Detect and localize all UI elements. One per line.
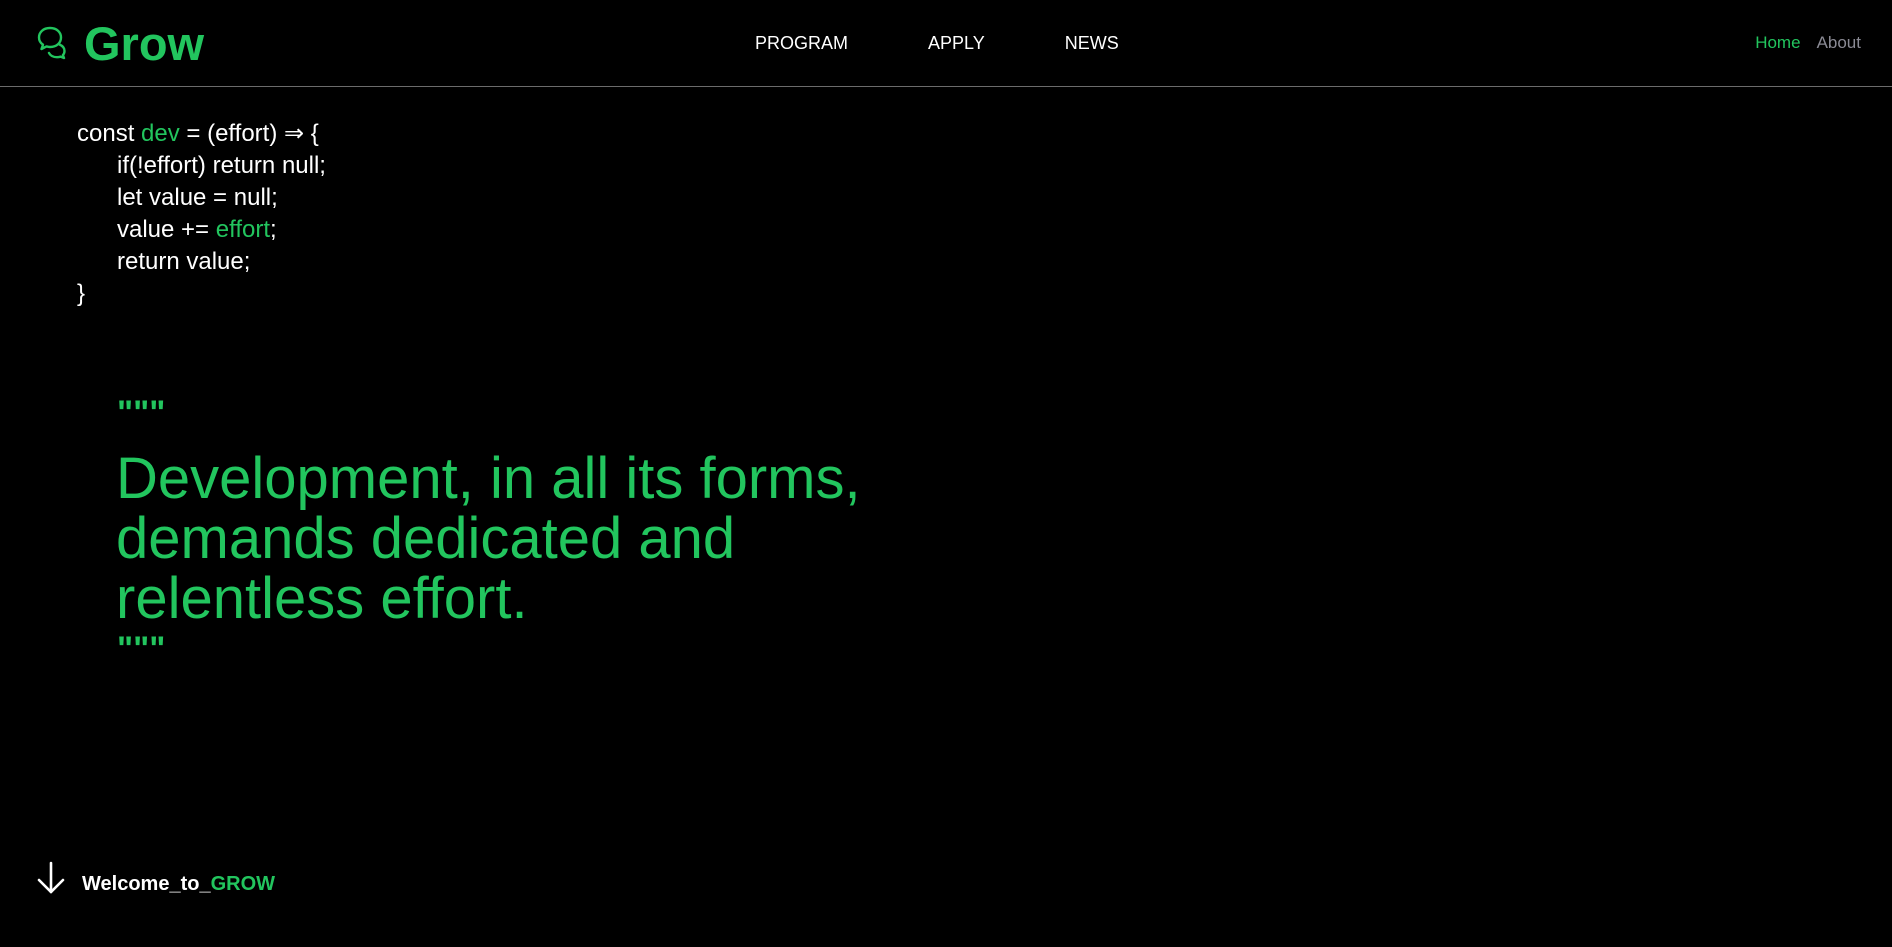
welcome-label: Welcome_to_GROW bbox=[82, 873, 276, 895]
code-line-3: let value = null; bbox=[117, 184, 278, 211]
site-header: Grow PROGRAM APPLY NEWS Home About bbox=[0, 0, 1892, 87]
main-nav: PROGRAM APPLY NEWS bbox=[755, 32, 1119, 54]
scroll-down-welcome[interactable]: Welcome_to_GROW bbox=[36, 861, 276, 896]
code-keyword-dev: dev bbox=[141, 120, 180, 147]
code-line-2: if(!effort) return null; bbox=[117, 152, 326, 179]
nav-apply[interactable]: APPLY bbox=[928, 32, 985, 54]
secondary-nav: Home About bbox=[1755, 33, 1861, 53]
quote-open-marks: """ bbox=[117, 394, 166, 432]
code-snippet: const dev = (effort) ⇒ { if(!effort) ret… bbox=[77, 118, 326, 310]
brand-name: Grow bbox=[84, 17, 205, 70]
code-line-5: return value; bbox=[117, 248, 251, 275]
nav-home-link[interactable]: Home bbox=[1755, 33, 1800, 53]
welcome-highlight: GROW bbox=[210, 873, 276, 895]
code-line-4: value += effort; bbox=[117, 216, 277, 243]
arrow-down-icon bbox=[37, 861, 65, 894]
brand-logo-link[interactable]: Grow bbox=[34, 18, 204, 70]
hero-quote: Development, in all its forms, demands d… bbox=[116, 446, 861, 631]
nav-about-link[interactable]: About bbox=[1817, 33, 1861, 53]
code-line-1: const dev = (effort) ⇒ { bbox=[77, 120, 319, 147]
chat-bubbles-icon bbox=[37, 26, 66, 60]
code-keyword-effort: effort bbox=[215, 216, 271, 243]
nav-program[interactable]: PROGRAM bbox=[755, 32, 848, 54]
nav-news[interactable]: NEWS bbox=[1065, 32, 1119, 54]
code-line-6: } bbox=[77, 280, 86, 307]
page: Grow PROGRAM APPLY NEWS Home About const… bbox=[0, 0, 1892, 947]
quote-close-marks: """ bbox=[117, 630, 166, 668]
